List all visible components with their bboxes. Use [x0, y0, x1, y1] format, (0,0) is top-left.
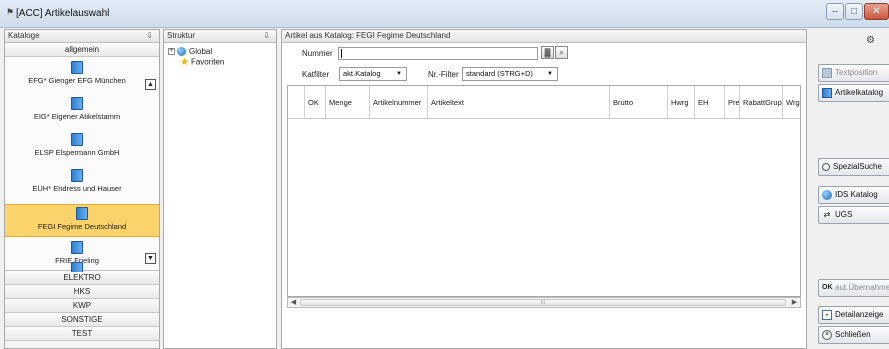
- chevron-down-icon: ▼: [396, 71, 402, 77]
- katfilter-label: Katfilter: [302, 70, 330, 79]
- scroll-up-button[interactable]: ▲: [145, 79, 156, 90]
- schliessen-button[interactable]: × Schließen: [818, 326, 889, 344]
- pin-icon[interactable]: ⇩: [263, 30, 270, 42]
- scroll-down-button[interactable]: ▼: [145, 253, 156, 264]
- scroll-left-icon[interactable]: ◀: [288, 298, 299, 307]
- close-window-button[interactable]: ✕: [864, 3, 889, 20]
- column-preis[interactable]: Prei: [724, 86, 739, 119]
- action-column: ⚙ Textposition Artikelkatalog SpezialSuc…: [810, 29, 889, 349]
- textposition-button[interactable]: Textposition: [818, 64, 889, 82]
- article-grid[interactable]: OK Menge Artikelnummer Artikeltext Brutt…: [287, 85, 801, 297]
- artikel-panel: Artikel aus Katalog: FEGI Fegime Deutsch…: [281, 29, 807, 349]
- catalog-item-label: ELSP Elspermann GmbH: [34, 148, 120, 157]
- ok-icon: OK: [822, 283, 833, 291]
- catalog-book-icon: [71, 262, 83, 272]
- column-rabattgruppe[interactable]: RabattGrup: [739, 86, 782, 119]
- spezialsuche-button[interactable]: SpezialSuche: [818, 158, 889, 176]
- kataloge-header: Kataloge ⇩: [5, 30, 159, 43]
- chevron-down-icon: ▼: [547, 71, 553, 77]
- catalog-item-label: EIG* Eigener Atikelstamm: [33, 112, 121, 121]
- aut-uebernahme-button[interactable]: OK aut.Übernahme: [818, 279, 889, 297]
- artikelkatalog-button[interactable]: Artikelkatalog: [818, 84, 889, 102]
- ids-katalog-button[interactable]: IDS Katalog: [818, 186, 889, 204]
- kataloge-title: Kataloge: [8, 31, 40, 40]
- column-wrg[interactable]: Wrg: [782, 86, 800, 119]
- struktur-panel: Struktur ⇩ + Global ★ Favoriten: [163, 29, 277, 349]
- catalog-book-icon: [71, 97, 83, 110]
- artikel-title: Artikel aus Katalog: FEGI Fegime Deutsch…: [285, 31, 451, 40]
- tree-node-label: Global: [189, 47, 213, 56]
- artikel-header: Artikel aus Katalog: FEGI Fegime Deutsch…: [282, 30, 806, 43]
- minimize-button[interactable]: –: [826, 3, 844, 20]
- catalog-book-icon: [71, 133, 83, 146]
- textposition-icon: [822, 67, 832, 78]
- catalog-item-euh[interactable]: EUH* Endress und Hauser: [5, 169, 149, 199]
- tree-node-global[interactable]: + Global: [168, 47, 213, 57]
- group-sonstige[interactable]: SONSTIGE: [5, 313, 159, 327]
- search-icon[interactable]: ⌕: [555, 46, 568, 59]
- globe-icon: [822, 189, 832, 200]
- column-rowselector[interactable]: [288, 86, 304, 119]
- barcode-icon[interactable]: ▓: [541, 46, 554, 59]
- catalog-book-icon: [71, 169, 83, 182]
- arrows-icon: ⇄: [823, 209, 831, 219]
- catalog-item-partial: [5, 262, 149, 272]
- struktur-title: Struktur: [167, 31, 196, 40]
- catalog-item-label: FEGI Fegime Deutschland: [37, 222, 127, 231]
- column-menge[interactable]: Menge: [325, 86, 369, 119]
- nrfilter-select[interactable]: standard (STRG+D) ▼: [462, 67, 558, 81]
- catalog-book-icon: [71, 61, 83, 74]
- pin-icon[interactable]: ⇩: [146, 30, 153, 42]
- horizontal-scrollbar[interactable]: ◀ III ▶: [287, 297, 801, 308]
- nummer-input[interactable]: [338, 47, 538, 60]
- scroll-thumb[interactable]: III: [300, 299, 786, 306]
- struktur-header: Struktur ⇩: [164, 30, 276, 43]
- star-icon: ★: [180, 57, 189, 68]
- maximize-button[interactable]: □: [845, 3, 863, 20]
- book-icon: [822, 87, 832, 98]
- window-title: [ACC] Artikelauswahl: [16, 8, 110, 19]
- catalog-item-label: EUH* Endress und Hauser: [32, 184, 122, 193]
- group-test[interactable]: TEST: [5, 327, 159, 341]
- catalog-item-elsp[interactable]: ELSP Elspermann GmbH: [5, 133, 149, 163]
- close-icon: ×: [822, 329, 832, 340]
- column-brutto[interactable]: Brutto: [609, 86, 667, 119]
- column-eh[interactable]: EH: [694, 86, 724, 119]
- globe-icon: [177, 47, 186, 57]
- catalog-book-icon: [76, 207, 88, 220]
- column-artikeltext[interactable]: Artikeltext: [427, 86, 609, 119]
- gear-icon[interactable]: ⚙: [866, 35, 875, 46]
- nummer-label: Nummer: [302, 49, 333, 58]
- katfilter-select[interactable]: akt.Katalog ▼: [339, 67, 407, 81]
- catalog-item-label: EFG* Gienger EFG München: [28, 76, 126, 85]
- search-icon: [822, 162, 830, 171]
- tree-node-favoriten[interactable]: ★ Favoriten: [180, 57, 224, 68]
- catalog-item-efg[interactable]: EFG* Gienger EFG München: [5, 61, 149, 91]
- ugs-button[interactable]: ⇄ UGS: [818, 206, 889, 224]
- tree-node-label: Favoriten: [190, 57, 225, 67]
- catalog-item-eig[interactable]: EIG* Eigener Atikelstamm: [5, 97, 149, 127]
- expand-icon[interactable]: +: [168, 48, 175, 56]
- nrfilter-label: Nr.-Filter: [428, 70, 459, 79]
- scroll-right-icon[interactable]: ▶: [789, 298, 800, 307]
- group-kwp[interactable]: KWP: [5, 299, 159, 313]
- group-elektro[interactable]: ELEKTRO: [5, 271, 159, 285]
- app-icon: ⚑: [6, 7, 15, 17]
- window-titlebar: ⚑ [ACC] Artikelauswahl – □ ✕: [0, 0, 889, 28]
- column-hwrg[interactable]: Hwrg: [667, 86, 694, 119]
- kataloge-panel: Kataloge ⇩ allgemein EFG* Gienger EFG Mü…: [4, 29, 160, 349]
- grid-header: OK Menge Artikelnummer Artikeltext Brutt…: [288, 86, 800, 119]
- detailanzeige-button[interactable]: + Detailanzeige: [818, 306, 889, 324]
- group-allgemein[interactable]: allgemein: [5, 43, 159, 57]
- group-hks[interactable]: HKS: [5, 285, 159, 299]
- catalog-book-icon: [71, 241, 83, 254]
- catalog-item-fegi[interactable]: FEGI Fegime Deutschland: [5, 204, 159, 237]
- document-icon: +: [822, 309, 832, 320]
- catalog-list: EFG* Gienger EFG München EIG* Eigener At…: [5, 57, 159, 272]
- column-ok[interactable]: OK: [304, 86, 325, 119]
- column-artikelnummer[interactable]: Artikelnummer: [369, 86, 427, 119]
